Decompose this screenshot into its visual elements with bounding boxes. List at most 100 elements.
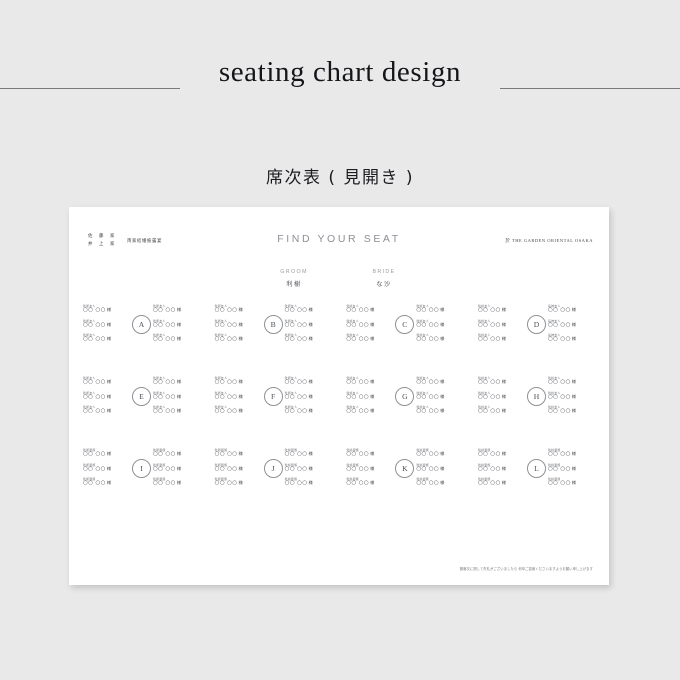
guest-column-left: 新婦友人 ○○ ○○様 新婦友人 ○○ ○○様 新婦友人 ○○ ○○様 — [346, 305, 393, 343]
guest-entry: 新婦親族 ○○ ○○様 — [548, 449, 595, 458]
guest-entry: 新婦親族 ○○ ○○様 — [478, 449, 525, 458]
table-label-circle[interactable]: H — [526, 386, 546, 406]
guest-entry: 新婦友人 ○○ ○○様 — [346, 319, 393, 329]
table-unit-G[interactable]: 新婦友人 ○○ ○○様 新婦友人 ○○ ○○様 新婦友人 ○○ ○○様 G 新婦友人 ○○ ○○… — [346, 377, 463, 415]
guest-name-placeholder: ○○ ○○ — [284, 408, 308, 415]
guest-entry: 新郎親族 ○○ ○○様 — [83, 449, 130, 458]
guest-column-left: 新婦友人 ○○ ○○様 新婦友人 ○○ ○○様 新婦友人 ○○ ○○様 — [478, 377, 525, 415]
table-label-circle[interactable]: B — [263, 314, 283, 334]
guest-honorific: 様 — [308, 379, 313, 385]
guest-name: ○○ ○○様 — [83, 409, 130, 415]
guest-name: ○○ ○○様 — [285, 452, 332, 458]
guest-honorific: 様 — [308, 307, 313, 313]
guest-entry: 新婦親族 ○○ ○○様 — [346, 478, 393, 487]
table-label-circle[interactable]: I — [132, 458, 151, 478]
guest-honorific: 様 — [501, 393, 506, 399]
guest-name: ○○ ○○様 — [416, 380, 463, 386]
guest-honorific: 様 — [370, 321, 375, 327]
groom-name: 利樹 — [286, 281, 302, 288]
table-unit-F[interactable]: 新郎友人 ○○ ○○様 新郎友人 ○○ ○○様 新郎友人 ○○ ○○様 F 新郎友人 ○○ ○○… — [215, 377, 332, 415]
guest-entry: 新郎友人 ○○ ○○様 — [153, 305, 200, 314]
table-unit-A[interactable]: 新郎友人 ○○ ○○様 新郎友人 ○○ ○○様 新郎友人 ○○ ○○様 A 新郎友人 ○○ ○○… — [83, 305, 200, 343]
guest-name: ○○ ○○様 — [153, 465, 200, 473]
table-unit-L[interactable]: 新婦親族 ○○ ○○様 新婦親族 ○○ ○○様 新婦親族 ○○ ○○様 L 新婦親族 ○○ ○○… — [478, 449, 595, 487]
guest-entry: 新婦友人 ○○ ○○様 — [478, 319, 525, 329]
guest-name-placeholder: ○○ ○○ — [214, 379, 238, 386]
table-label-circle[interactable]: E — [132, 386, 151, 406]
guest-honorific: 様 — [106, 465, 112, 471]
table-label-circle[interactable]: F — [263, 386, 283, 406]
table-unit-I[interactable]: 新郎親族 ○○ ○○様 新郎親族 ○○ ○○様 新郎親族 ○○ ○○様 I 新郎親族 ○○ ○○… — [83, 449, 200, 487]
guest-name-placeholder: ○○ ○○ — [547, 379, 571, 386]
guest-name: ○○ ○○様 — [478, 452, 525, 458]
table-label-circle[interactable]: D — [526, 314, 546, 334]
table-label-circle[interactable]: A — [132, 314, 151, 334]
guest-name-placeholder: ○○ ○○ — [284, 379, 308, 386]
guest-column-right: 新婦親族 ○○ ○○様 新婦親族 ○○ ○○様 新婦親族 ○○ ○○様 — [285, 449, 332, 487]
table-label-circle[interactable]: K — [395, 458, 415, 478]
guest-entry: 長姉友人 ○○ ○○様 — [548, 305, 595, 314]
guest-column-left: 新郎親族 ○○ ○○様 新郎親族 ○○ ○○様 新郎親族 ○○ ○○様 — [83, 449, 130, 487]
guest-honorific: 様 — [238, 465, 243, 471]
guest-honorific: 様 — [176, 321, 182, 327]
guest-name-placeholder: ○○ ○○ — [416, 393, 440, 400]
guest-honorific: 様 — [440, 480, 445, 486]
guest-honorific: 様 — [106, 480, 112, 486]
guest-name: ○○ ○○様 — [215, 409, 262, 415]
guest-name: ○○ ○○様 — [215, 481, 262, 487]
table-unit-C[interactable]: 新婦友人 ○○ ○○様 新婦友人 ○○ ○○様 新婦友人 ○○ ○○様 C 新婦友人 ○○ ○○… — [346, 305, 463, 343]
table-label-circle[interactable]: G — [395, 386, 415, 406]
guest-honorific: 様 — [440, 465, 445, 471]
guest-name: ○○ ○○様 — [478, 308, 525, 314]
guest-name-placeholder: ○○ ○○ — [83, 321, 106, 328]
table-label-circle[interactable]: J — [263, 458, 283, 478]
guest-name-placeholder: ○○ ○○ — [416, 451, 440, 458]
table-unit-H[interactable]: 新婦友人 ○○ ○○様 新婦友人 ○○ ○○様 新婦友人 ○○ ○○様 H 新婦友人 ○○ ○○… — [478, 377, 595, 415]
guest-entry: 新郎親族 ○○ ○○様 — [83, 478, 130, 487]
guest-name: ○○ ○○様 — [548, 481, 595, 487]
guest-name: ○○ ○○様 — [346, 337, 393, 343]
table-row: 新郎親族 ○○ ○○様 新郎親族 ○○ ○○様 新郎親族 ○○ ○○様 I 新郎親族 ○○ ○○… — [83, 449, 595, 487]
guest-entry: 新婦友人 ○○ ○○様 — [478, 391, 525, 401]
table-label-circle[interactable]: C — [395, 314, 415, 334]
guest-name-placeholder: ○○ ○○ — [83, 336, 106, 343]
guest-name: ○○ ○○様 — [215, 465, 262, 473]
table-label-circle[interactable]: L — [526, 458, 546, 478]
guest-name-placeholder: ○○ ○○ — [547, 465, 571, 472]
guest-honorific: 様 — [238, 451, 243, 457]
card-header-row: 佐 藤 家 井 上 家 両家結婚披露宴 FIND YOUR SEAT 於 THE… — [69, 233, 609, 263]
guest-honorific: 様 — [440, 408, 445, 414]
guest-name-placeholder: ○○ ○○ — [153, 321, 176, 328]
bride-role-label: BRIDE — [372, 269, 396, 275]
guest-name-placeholder: ○○ ○○ — [83, 393, 106, 400]
table-unit-D[interactable]: 新婦友人 ○○ ○○様 新婦友人 ○○ ○○様 新婦友人 ○○ ○○様 D 長姉友人 ○○ ○○… — [478, 305, 595, 343]
groom-block: GROOM 利樹 — [267, 269, 321, 288]
table-unit-B[interactable]: 新郎友人 ○○ ○○様 新郎友人 ○○ ○○様 新郎友人 ○○ ○○様 B 新郎友人 ○○ ○○… — [215, 305, 332, 343]
guest-entry: 新郎友人 ○○ ○○様 — [215, 305, 262, 314]
guest-honorific: 様 — [501, 451, 506, 457]
card-footnote: 御席次に関して失礼がございましたら 何卒ご容赦くださいますようお願い申し上げます — [459, 567, 593, 571]
guest-name: ○○ ○○様 — [153, 337, 200, 343]
table-unit-K[interactable]: 新婦親族 ○○ ○○様 新婦親族 ○○ ○○様 新婦親族 ○○ ○○様 K 新婦親族 ○○ ○○… — [346, 449, 463, 487]
guest-honorific: 様 — [370, 379, 375, 385]
table-unit-J[interactable]: 新郎親族 ○○ ○○様 新郎親族 ○○ ○○様 新郎親族 ○○ ○○様 J 新婦親族 ○○ ○○… — [215, 449, 332, 487]
guest-honorific: 様 — [238, 336, 243, 342]
guest-name-placeholder: ○○ ○○ — [83, 480, 106, 487]
guest-honorific: 様 — [571, 451, 576, 457]
guest-column-right: 新郎友人 ○○ ○○様 新郎友人 ○○ ○○様 新郎友人 ○○ ○○様 — [153, 305, 200, 343]
guest-name: ○○ ○○様 — [153, 380, 200, 386]
guest-honorific: 様 — [176, 465, 182, 471]
guest-column-right: 新婦親族 ○○ ○○様 新婦親族 ○○ ○○様 新婦親族 ○○ ○○様 — [548, 449, 595, 487]
guest-entry: 新郎友人 ○○ ○○様 — [83, 334, 130, 343]
guest-column-left: 新婦友人 ○○ ○○様 新婦友人 ○○ ○○様 新婦友人 ○○ ○○様 — [346, 377, 393, 415]
guest-name-placeholder: ○○ ○○ — [547, 336, 571, 343]
guest-name-placeholder: ○○ ○○ — [416, 480, 440, 487]
guest-column-left: 新郎友人 ○○ ○○様 新郎友人 ○○ ○○様 新郎友人 ○○ ○○様 — [83, 377, 130, 415]
guest-name-placeholder: ○○ ○○ — [83, 408, 106, 415]
guest-entry: 新婦友人 ○○ ○○様 — [346, 305, 393, 314]
guest-honorific: 様 — [440, 393, 445, 399]
guest-name: ○○ ○○様 — [346, 380, 393, 386]
guest-name: ○○ ○○様 — [478, 393, 525, 401]
table-unit-E[interactable]: 新郎友人 ○○ ○○様 新郎友人 ○○ ○○様 新郎友人 ○○ ○○様 E 新郎友人 ○○ ○○… — [83, 377, 200, 415]
guest-entry: 新婦親族 ○○ ○○様 — [285, 449, 332, 458]
